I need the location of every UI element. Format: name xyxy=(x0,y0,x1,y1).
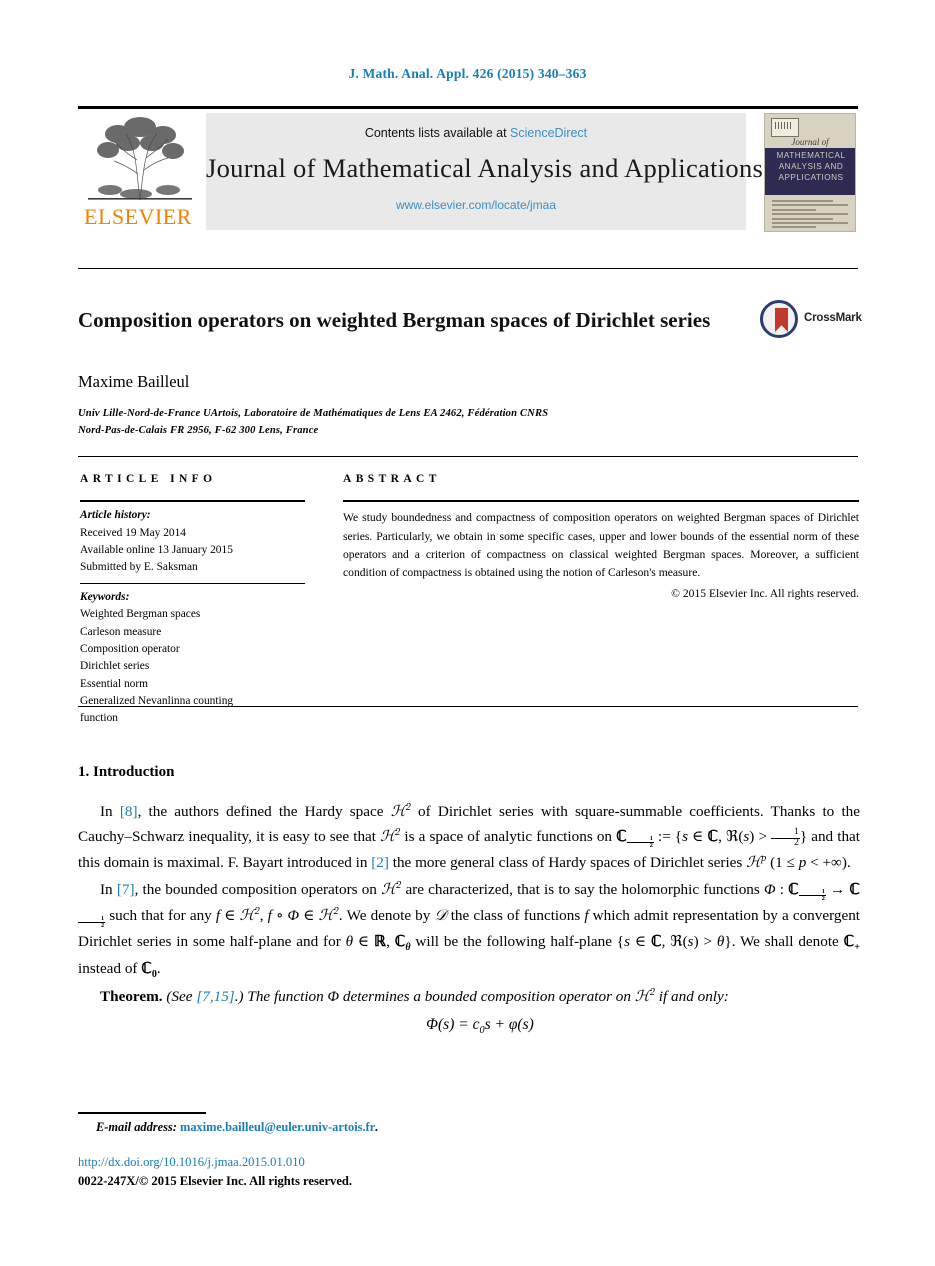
doi-link[interactable]: http://dx.doi.org/10.1016/j.jmaa.2015.01… xyxy=(78,1155,305,1169)
email-period: . xyxy=(375,1120,379,1134)
keyword-item: Dirichlet series xyxy=(80,660,150,673)
masthead-top-rule xyxy=(78,106,858,109)
author-name: Maxime Bailleul xyxy=(78,372,190,391)
p2-text-c: are characterized, that is to say the ho… xyxy=(401,880,764,898)
crossmark-ring-icon xyxy=(760,300,798,338)
history-item: Received 19 May 2014 xyxy=(80,526,186,539)
abstract-column: We study boundedness and compactness of … xyxy=(343,500,859,600)
journal-masthead: ELSEVIER Contents lists available at Sci… xyxy=(78,106,858,232)
affiliation-line-2: Nord-Pas-de-Calais FR 2956, F-62 300 Len… xyxy=(78,425,319,437)
keyword-item: Weighted Bergman spaces xyxy=(80,608,201,621)
footnote-rule xyxy=(78,1112,206,1114)
cover-journal-of-text: Journal of xyxy=(791,137,829,147)
keyword-item: Composition operator xyxy=(80,642,180,655)
page-title: Composition operators on weighted Bergma… xyxy=(78,308,711,333)
keywords-block: Keywords: Weighted Bergman spaces Carles… xyxy=(80,584,312,734)
masthead-center: Contents lists available at ScienceDirec… xyxy=(206,113,764,230)
issn-copyright-line: 0022-247X/© 2015 Elsevier Inc. All right… xyxy=(78,1174,353,1188)
journal-url[interactable]: www.elsevier.com/locate/jmaa xyxy=(206,198,746,212)
article-info-label: ARTICLE INFO xyxy=(80,473,217,485)
sciencedirect-link[interactable]: ScienceDirect xyxy=(510,126,587,140)
theorem-label: Theorem. xyxy=(100,988,163,1006)
theorem-see-suffix: .) xyxy=(234,988,244,1006)
info-bottom-rule xyxy=(78,706,858,707)
p2-text-h: will be the following half-plane xyxy=(410,933,617,951)
journal-title: Journal of Mathematical Analysis and App… xyxy=(206,153,764,183)
keywords-header: Keywords: xyxy=(80,590,130,603)
math-hardy-space: ℋ2 xyxy=(390,802,411,821)
keyword-item: Essential norm xyxy=(80,677,149,690)
p2-text-i: . We shall denote xyxy=(731,933,844,951)
citation-ref-7-15[interactable]: [7,15] xyxy=(196,988,234,1005)
article-info-column: Article history: Received 19 May 2014 Av… xyxy=(80,500,312,734)
citation-ref-8[interactable]: [8] xyxy=(120,803,138,820)
abstract-label: ABSTRACT xyxy=(343,473,441,485)
crossmark-bookmark-icon xyxy=(775,308,788,332)
theorem-see-prefix: (See xyxy=(166,988,197,1006)
p2-text-d: such that for any xyxy=(105,907,216,925)
p1-text-b: , the authors defined the Hardy space xyxy=(137,803,391,821)
p2-text-b: , the bounded composition operators on xyxy=(134,880,382,898)
keyword-item: Carleson measure xyxy=(80,625,162,638)
doi-line: http://dx.doi.org/10.1016/j.jmaa.2015.01… xyxy=(78,1155,305,1170)
display-equation: Φ(s) = c0s + φ(s) xyxy=(426,1015,534,1036)
paper-page: J. Math. Anal. Appl. 426 (2015) 340–363 xyxy=(0,0,935,1266)
running-head: J. Math. Anal. Appl. 426 (2015) 340–363 xyxy=(348,66,587,81)
paragraph-2: In [7], the bounded composition operator… xyxy=(78,879,861,980)
elsevier-logo: ELSEVIER xyxy=(82,114,200,230)
article-history-block: Article history: Received 19 May 2014 Av… xyxy=(80,502,312,582)
p2-text-f: the class of functions xyxy=(446,907,585,925)
p1-text-f: the more general class of Hardy spaces o… xyxy=(388,854,747,872)
p2-text-j: instead of xyxy=(78,959,142,977)
journal-url-text: www.elsevier.com/locate/jmaa xyxy=(395,198,557,212)
abstract-copyright: © 2015 Elsevier Inc. All rights reserved… xyxy=(671,586,859,600)
email-link[interactable]: maxime.bailleul@euler.univ-artois.fr xyxy=(180,1120,375,1134)
math-hardy-space: ℋ2 xyxy=(381,879,402,898)
affiliation-line-1: Univ Lille-Nord-de-France UArtois, Labor… xyxy=(78,408,549,419)
math-hardy-space: ℋ2 xyxy=(380,826,401,845)
title-top-rule xyxy=(78,268,858,269)
math-half-plane-c-half: ℂ12 xyxy=(616,827,654,850)
section-heading-introduction: 1. Introduction xyxy=(78,764,175,780)
journal-cover-thumbnail: Journal of MATHEMATICAL ANALYSIS AND APP… xyxy=(764,113,856,232)
cover-elsevier-mark xyxy=(771,118,799,137)
theorem-text-a: The function Φ determines a bounded comp… xyxy=(243,988,635,1006)
contents-prefix: Contents lists available at xyxy=(364,126,507,140)
theorem-text-b: if and only: xyxy=(654,988,729,1006)
email-address-line: E-mail address: maxime.bailleul@euler.un… xyxy=(96,1120,378,1135)
article-history-header: Article history: xyxy=(80,509,151,522)
cover-title-band: MATHEMATICAL ANALYSIS AND APPLICATIONS xyxy=(765,148,855,195)
paragraph-1: In [8], the authors defined the Hardy sp… xyxy=(78,802,861,872)
crossmark-badge[interactable]: CrossMark xyxy=(760,300,864,340)
p1-text-d: is a space of analytic functions on xyxy=(400,827,617,845)
author-affiliation: Univ Lille-Nord-de-France UArtois, Labor… xyxy=(78,405,778,439)
history-item: Submitted by E. Saksman xyxy=(80,561,198,574)
keyword-item: Generalized Nevanlinna counting xyxy=(80,694,234,707)
keyword-item: function xyxy=(80,712,118,725)
cover-contents-lines xyxy=(772,200,848,231)
math-class-d: 𝒟 xyxy=(434,907,447,925)
citation-ref-2[interactable]: [2] xyxy=(371,854,389,871)
math-hardy-space-p: ℋp xyxy=(746,853,767,872)
abstract-text: We study boundedness and compactness of … xyxy=(343,511,859,580)
p1-text-a: In xyxy=(100,803,120,821)
p2-text-e: . We denote by xyxy=(338,907,435,925)
citation-ref-7[interactable]: [7] xyxy=(117,881,135,898)
theorem-statement: Theorem. (See [7,15].) The function Φ de… xyxy=(78,985,860,1010)
body-content: In [8], the authors defined the Hardy sp… xyxy=(78,800,860,1041)
info-top-rule xyxy=(78,456,858,457)
p2-text-a: In xyxy=(100,880,117,898)
elsevier-tree-icon xyxy=(88,114,192,202)
elsevier-wordmark: ELSEVIER xyxy=(84,204,192,229)
contents-available-line: Contents lists available at ScienceDirec… xyxy=(206,126,746,140)
crossmark-label: CrossMark xyxy=(804,312,862,324)
math-hardy-space: ℋ2 xyxy=(634,986,655,1006)
history-item: Available online 13 January 2015 xyxy=(80,544,233,557)
email-label: E-mail address: xyxy=(96,1120,177,1134)
